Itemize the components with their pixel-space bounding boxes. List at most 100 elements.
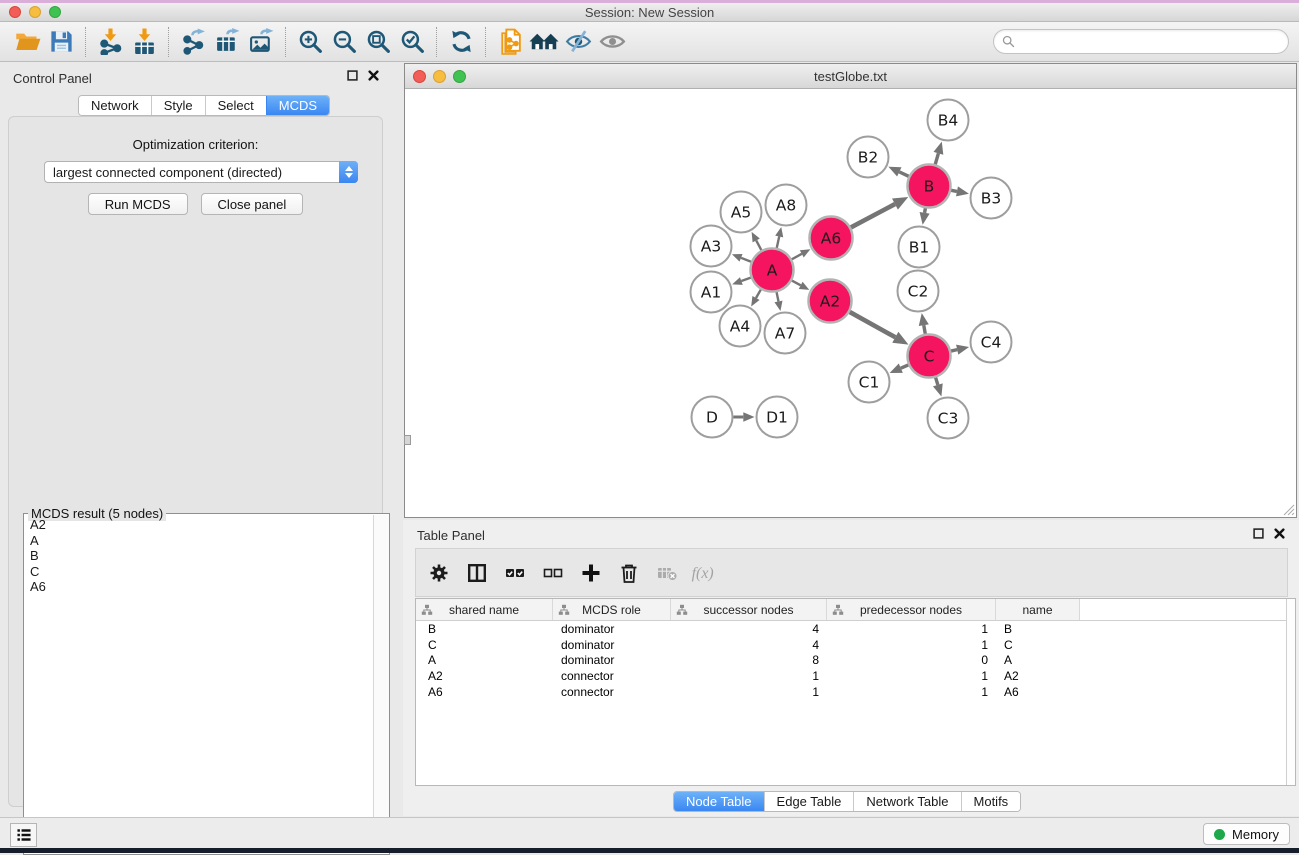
graph-node-label: D1: [766, 409, 788, 427]
table-row[interactable]: Bdominator41B: [416, 621, 1295, 637]
close-panel-icon[interactable]: [368, 70, 379, 81]
gear-icon[interactable]: [424, 558, 454, 588]
node-table[interactable]: shared nameMCDS rolesuccessor nodesprede…: [415, 598, 1296, 786]
app-titlebar: Session: New Session: [0, 3, 1299, 22]
search-field[interactable]: [993, 29, 1289, 54]
graph-node-label: B2: [858, 149, 879, 167]
column-header-successor-nodes[interactable]: successor nodes: [671, 599, 827, 620]
table-cell: 8: [671, 653, 827, 667]
session-title: Session: New Session: [0, 5, 1299, 20]
mcds-result-item[interactable]: A6: [24, 579, 372, 595]
mcds-result-list[interactable]: A2ABCA6: [24, 517, 372, 853]
column-header-predecessor-nodes[interactable]: predecessor nodes: [827, 599, 996, 620]
graph-node-label: A8: [776, 197, 796, 215]
table-row[interactable]: A6connector11A6: [416, 684, 1295, 700]
column-header-shared-name[interactable]: shared name: [416, 599, 553, 620]
edge-C-C3[interactable]: [936, 378, 938, 385]
control-panel: Control Panel NetworkStyleSelectMCDS Opt…: [0, 62, 391, 816]
edge-B-B4[interactable]: [935, 153, 938, 164]
import-table-icon[interactable]: [127, 25, 161, 59]
export-network-icon[interactable]: [176, 25, 210, 59]
edge-A-A4[interactable]: [756, 290, 761, 298]
mcds-result-item[interactable]: A: [24, 533, 372, 549]
window-resize-grip[interactable]: [1281, 502, 1295, 516]
memory-button[interactable]: Memory: [1203, 823, 1290, 845]
zoom-out-icon[interactable]: [327, 25, 361, 59]
table-cell: 0: [827, 653, 996, 667]
graph-node-label: B: [924, 178, 935, 196]
mcds-result-scrollbar[interactable]: [373, 515, 389, 853]
zoom-selected-icon[interactable]: [395, 25, 429, 59]
edge-arrowhead: [732, 277, 743, 285]
toolbar-separator: [436, 27, 437, 57]
select-all-icon[interactable]: [500, 558, 530, 588]
deselect-all-icon[interactable]: [538, 558, 568, 588]
graph-node-label: C1: [859, 374, 880, 392]
edge-C-C1[interactable]: [901, 365, 909, 368]
tab-select[interactable]: Select: [205, 96, 266, 115]
edge-C-C2[interactable]: [924, 325, 925, 334]
table-panel-window-buttons: [1253, 528, 1285, 539]
edge-A-A7[interactable]: [777, 292, 779, 301]
delete-column-icon[interactable]: [614, 558, 644, 588]
table-row[interactable]: Adominator80A: [416, 653, 1295, 669]
tab-motifs[interactable]: Motifs: [961, 792, 1021, 811]
close-panel-button[interactable]: Close panel: [201, 193, 304, 215]
tab-node-table[interactable]: Node Table: [674, 792, 764, 811]
table-scrollbar[interactable]: [1286, 599, 1295, 785]
network-canvas[interactable]: B4B2BB3A8A5A6A3B1AC2A1A2A4A7C4CC1C3DD1: [405, 89, 1296, 517]
edge-A-A2[interactable]: [792, 281, 801, 286]
close-panel-icon[interactable]: [1274, 528, 1285, 539]
table-row[interactable]: Cdominator41C: [416, 637, 1295, 653]
edge-A-A8[interactable]: [777, 237, 779, 248]
edge-A-A3[interactable]: [741, 258, 751, 262]
network-window-titlebar[interactable]: testGlobe.txt: [405, 64, 1296, 89]
tab-mcds[interactable]: MCDS: [266, 96, 329, 115]
mcds-result-item[interactable]: C: [24, 564, 372, 580]
edge-A-A1[interactable]: [741, 278, 750, 281]
tab-network-table[interactable]: Network Table: [853, 792, 960, 811]
list-icon: [15, 826, 33, 844]
table-cell: dominator: [553, 653, 671, 667]
splitter-handle[interactable]: [404, 435, 411, 445]
mcds-result-item[interactable]: A2: [24, 517, 372, 533]
float-panel-icon[interactable]: [1253, 528, 1264, 539]
task-history-button[interactable]: [10, 823, 37, 847]
edge-B-B2[interactable]: [899, 172, 908, 176]
graph-node-label: B1: [909, 239, 930, 257]
edge-A-A5[interactable]: [756, 240, 761, 250]
edge-A-A6[interactable]: [792, 254, 802, 259]
graph-node-label: C4: [981, 334, 1002, 352]
column-header-name[interactable]: name: [996, 599, 1080, 620]
attribute-tree-icon: [558, 604, 570, 616]
network-from-selection-icon[interactable]: [493, 25, 527, 59]
export-image-icon[interactable]: [244, 25, 278, 59]
edge-A2-C[interactable]: [850, 312, 896, 337]
column-layout-icon[interactable]: [462, 558, 492, 588]
zoom-fit-icon[interactable]: [361, 25, 395, 59]
edge-A6-B[interactable]: [851, 204, 895, 227]
edge-B-B1[interactable]: [925, 208, 926, 213]
hide-selected-icon[interactable]: [561, 25, 595, 59]
export-table-icon[interactable]: [210, 25, 244, 59]
zoom-in-icon[interactable]: [293, 25, 327, 59]
tab-network[interactable]: Network: [79, 96, 151, 115]
tab-style[interactable]: Style: [151, 96, 205, 115]
refresh-icon[interactable]: [444, 25, 478, 59]
run-mcds-button[interactable]: Run MCDS: [88, 193, 188, 215]
import-network-icon[interactable]: [93, 25, 127, 59]
tab-edge-table[interactable]: Edge Table: [764, 792, 854, 811]
add-column-icon[interactable]: [576, 558, 606, 588]
show-hidden-icon[interactable]: [595, 25, 629, 59]
table-row[interactable]: A2connector11A2: [416, 668, 1295, 684]
optimization-criterion-dropdown[interactable]: largest connected component (directed): [44, 161, 358, 183]
first-neighbors-icon[interactable]: [527, 25, 561, 59]
open-session-icon[interactable]: [10, 25, 44, 59]
column-header-MCDS-role[interactable]: MCDS role: [553, 599, 671, 620]
float-panel-icon[interactable]: [347, 70, 358, 81]
search-input[interactable]: [1020, 35, 1288, 49]
edge-B-B3[interactable]: [951, 190, 957, 191]
save-session-icon[interactable]: [44, 25, 78, 59]
edge-C-C4[interactable]: [951, 350, 957, 351]
mcds-result-item[interactable]: B: [24, 548, 372, 564]
